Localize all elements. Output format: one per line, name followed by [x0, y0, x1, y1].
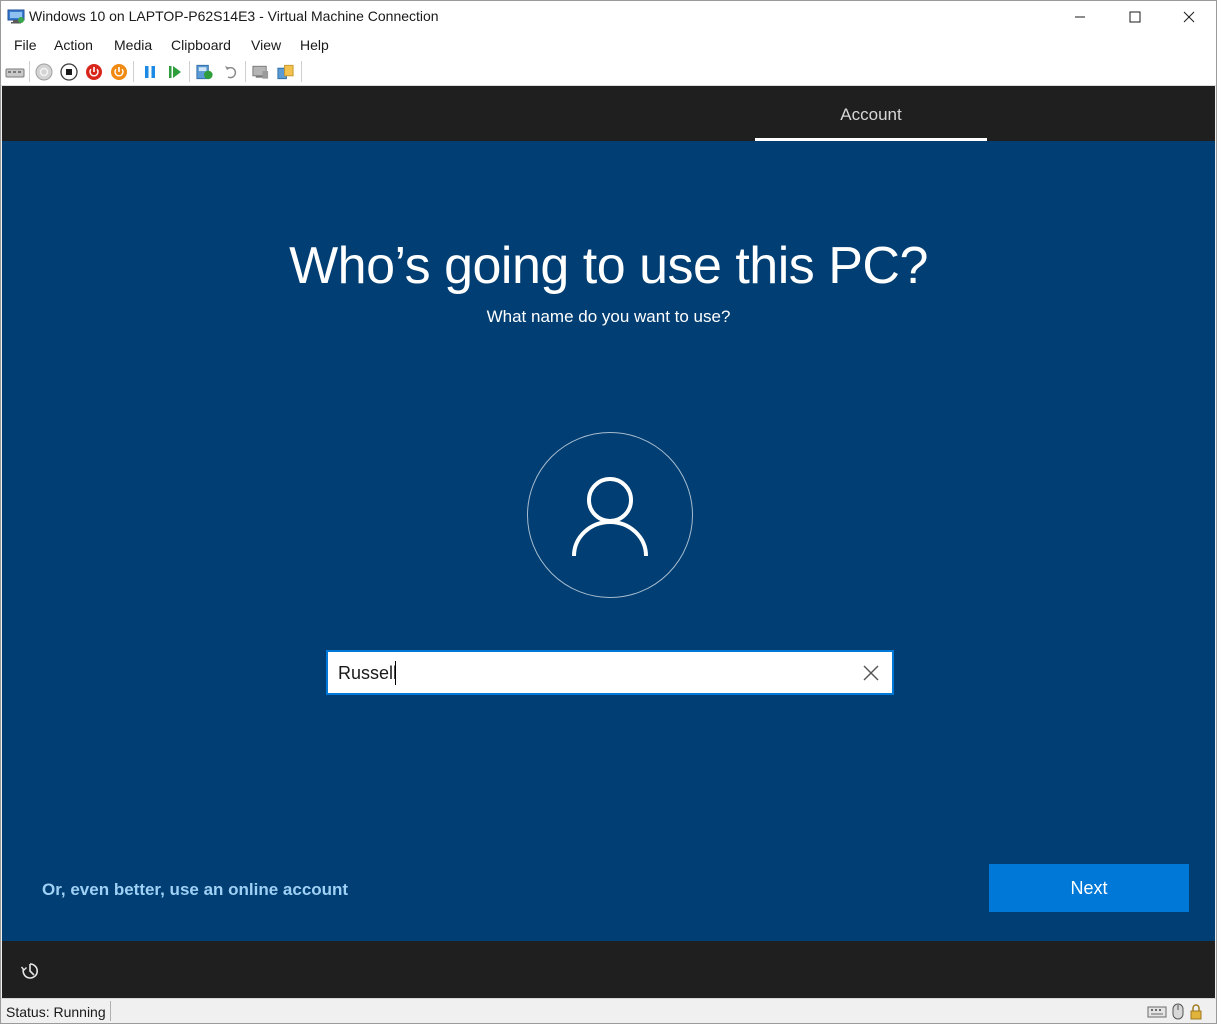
- step-tab-account: Account: [755, 86, 987, 141]
- close-icon: [1183, 11, 1195, 23]
- toolbar-separator: [189, 61, 190, 82]
- oobe-footer: [2, 941, 1215, 998]
- maximize-icon: [1129, 11, 1141, 23]
- toolbar-separator: [133, 61, 134, 82]
- turn-off-button[interactable]: [59, 62, 78, 81]
- keyboard-icon: [1147, 1003, 1167, 1020]
- turn-off-icon: [59, 62, 78, 81]
- pause-icon: [144, 65, 155, 78]
- lock-icon: [1189, 1003, 1203, 1020]
- toolbar: [1, 57, 1216, 86]
- menu-bar: File Action Media Clipboard View Help: [1, 33, 1216, 57]
- ease-of-access-button[interactable]: [20, 961, 40, 981]
- vm-connection-window: Windows 10 on LAPTOP-P62S14E3 - Virtual …: [0, 0, 1217, 1024]
- window-title: Windows 10 on LAPTOP-P62S14E3 - Virtual …: [29, 8, 439, 24]
- menu-file[interactable]: File: [14, 37, 37, 53]
- ctrl-alt-del-icon: [5, 68, 25, 77]
- name-field[interactable]: [326, 650, 894, 695]
- save-icon: [110, 63, 127, 80]
- revert-icon: [224, 65, 236, 78]
- next-button[interactable]: Next: [989, 864, 1189, 912]
- avatar: [527, 432, 693, 598]
- oobe-header: Account: [2, 86, 1215, 141]
- save-button[interactable]: [109, 62, 128, 81]
- start-icon: [35, 63, 52, 80]
- status-separator: [110, 1001, 111, 1021]
- menu-media[interactable]: Media: [114, 37, 152, 53]
- checkpoint-icon: [196, 64, 213, 79]
- resume-icon: [168, 65, 181, 78]
- revert-button[interactable]: [221, 62, 240, 81]
- vm-display[interactable]: Account Who’s going to use this PC? What…: [2, 86, 1215, 998]
- minimize-icon: [1075, 16, 1085, 18]
- maximize-button[interactable]: [1107, 1, 1163, 33]
- step-label: Account: [840, 105, 902, 124]
- checkpoint-button[interactable]: [195, 62, 214, 81]
- ease-of-access-icon: [20, 963, 38, 979]
- menu-clipboard[interactable]: Clipboard: [171, 37, 231, 53]
- shut-down-icon: [85, 63, 102, 80]
- name-input[interactable]: [338, 660, 838, 686]
- title-bar[interactable]: Windows 10 on LAPTOP-P62S14E3 - Virtual …: [1, 1, 1216, 33]
- menu-view[interactable]: View: [251, 37, 281, 53]
- user-icon: [572, 477, 648, 557]
- share-button[interactable]: [276, 62, 295, 81]
- status-bar: Status: Running: [1, 998, 1216, 1023]
- toolbar-separator: [245, 61, 246, 82]
- online-account-link[interactable]: Or, even better, use an online account: [42, 880, 348, 900]
- pause-button[interactable]: [140, 62, 159, 81]
- close-button[interactable]: [1161, 1, 1217, 33]
- enhanced-session-button[interactable]: [251, 62, 270, 81]
- resume-button[interactable]: [165, 62, 184, 81]
- vm-status: Status: Running: [6, 1004, 106, 1020]
- clear-icon: [863, 665, 879, 681]
- menu-help[interactable]: Help: [300, 37, 329, 53]
- shut-down-button[interactable]: [84, 62, 103, 81]
- toolbar-separator: [301, 61, 302, 82]
- vm-connection-icon: [7, 9, 25, 24]
- text-caret: [395, 661, 396, 685]
- enhanced-session-icon: [252, 65, 269, 79]
- share-icon: [277, 64, 294, 79]
- ctrl-alt-del-button[interactable]: [5, 62, 25, 81]
- toolbar-separator: [29, 61, 30, 82]
- menu-action[interactable]: Action: [54, 37, 93, 53]
- page-subtitle: What name do you want to use?: [486, 307, 731, 326]
- clear-button[interactable]: [858, 661, 884, 685]
- start-button[interactable]: [34, 62, 53, 81]
- mouse-icon: [1171, 1003, 1185, 1020]
- page-title: Who’s going to use this PC?: [289, 237, 928, 295]
- minimize-button[interactable]: [1052, 1, 1108, 33]
